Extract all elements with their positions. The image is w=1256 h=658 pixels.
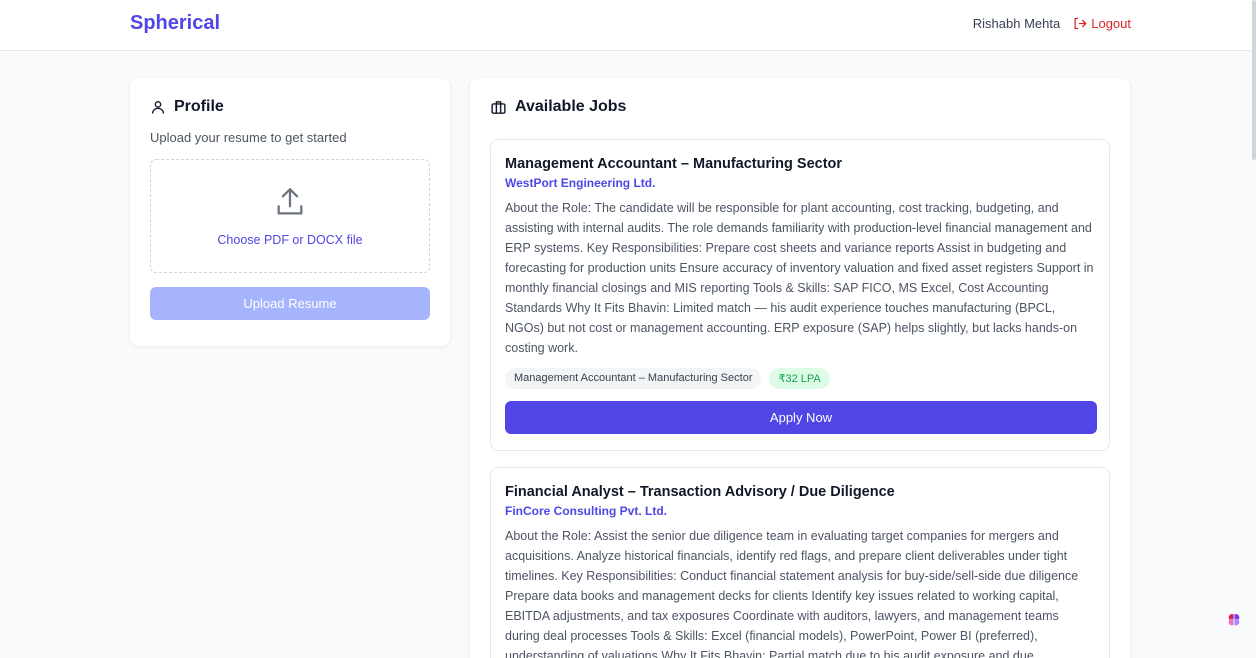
logout-icon [1074,17,1087,30]
brand-logo[interactable]: Spherical [130,12,220,35]
profile-subtitle: Upload your resume to get started [150,130,347,145]
logout-button[interactable]: Logout [1072,16,1131,31]
profile-title: Profile [174,98,224,115]
job-title: Financial Analyst – Transaction Advisory… [505,484,895,500]
profile-heading: Profile [150,98,430,116]
job-card: Management Accountant – Manufacturing Se… [490,139,1110,451]
job-title: Management Accountant – Manufacturing Se… [505,156,843,172]
jobs-heading: Available Jobs [490,98,1110,116]
job-description: About the Role: The candidate will be re… [505,201,1094,355]
profile-card: Profile Upload your resume to get starte… [130,78,450,346]
job-description: About the Role: Assist the senior due di… [505,529,1079,658]
user-name: Rishabh Mehta [972,16,1061,31]
assistant-button[interactable] [1222,608,1246,632]
resume-dropzone[interactable]: Choose PDF or DOCX file [150,159,430,273]
file-picker-label[interactable]: Choose PDF or DOCX file [217,233,362,247]
apply-now-button[interactable]: Apply Now [505,401,1097,434]
jobs-title: Available Jobs [515,98,627,115]
job-role-tag: Management Accountant – Manufacturing Se… [505,368,762,389]
jobs-card: Available Jobs Management Accountant – M… [470,78,1130,658]
top-navbar: Spherical Rishabh Mehta Logout [0,0,1256,51]
job-salary-tag: ₹32 LPA [769,368,830,389]
job-card: Financial Analyst – Transaction Advisory… [490,467,1110,658]
brain-icon [1228,614,1240,626]
job-company: FinCore Consulting Pvt. Ltd. [505,504,667,518]
user-area: Rishabh Mehta Logout [973,16,1131,31]
page-scrollbar[interactable] [1252,0,1256,160]
logout-label: Logout [1091,16,1131,31]
job-company: WestPort Engineering Ltd. [505,176,656,190]
upload-resume-button[interactable]: Upload Resume [150,287,430,320]
user-icon [152,101,164,114]
upload-icon [277,188,303,215]
job-tags: Management Accountant – Manufacturing Se… [505,368,1095,389]
briefcase-icon [491,100,506,114]
